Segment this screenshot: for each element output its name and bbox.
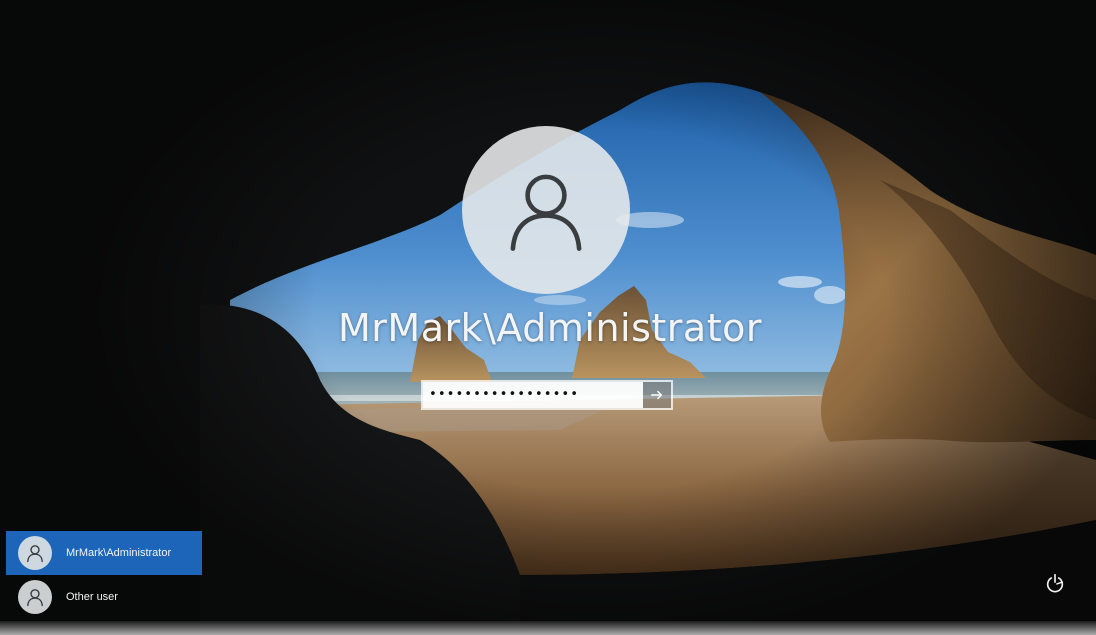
user-avatar-small	[18, 580, 52, 614]
arrow-right-icon	[651, 390, 663, 400]
user-avatar-large	[462, 126, 630, 294]
user-list-item-administrator[interactable]: MrMark\Administrator	[6, 531, 202, 575]
submit-button[interactable]	[643, 382, 671, 408]
user-list-item-other-user[interactable]: Other user	[6, 575, 202, 619]
screen-bottom-edge	[0, 621, 1096, 635]
user-list-item-label: MrMark\Administrator	[66, 547, 172, 559]
user-icon	[27, 589, 43, 607]
lock-screen: MrMark\Administrator ••••••••••••••••• M…	[0, 0, 1096, 635]
user-icon	[27, 545, 43, 563]
power-accessibility-icon	[1046, 573, 1064, 593]
user-icon	[510, 174, 582, 251]
password-input[interactable]: •••••••••••••••••	[423, 382, 643, 408]
user-switcher-list: MrMark\Administrator Other user	[6, 531, 202, 619]
user-list-item-label: Other user	[66, 591, 118, 603]
login-username: MrMark\Administrator	[338, 306, 762, 350]
user-avatar-small	[18, 536, 52, 570]
password-field: •••••••••••••••••	[421, 380, 673, 410]
power-button[interactable]	[1042, 570, 1068, 596]
